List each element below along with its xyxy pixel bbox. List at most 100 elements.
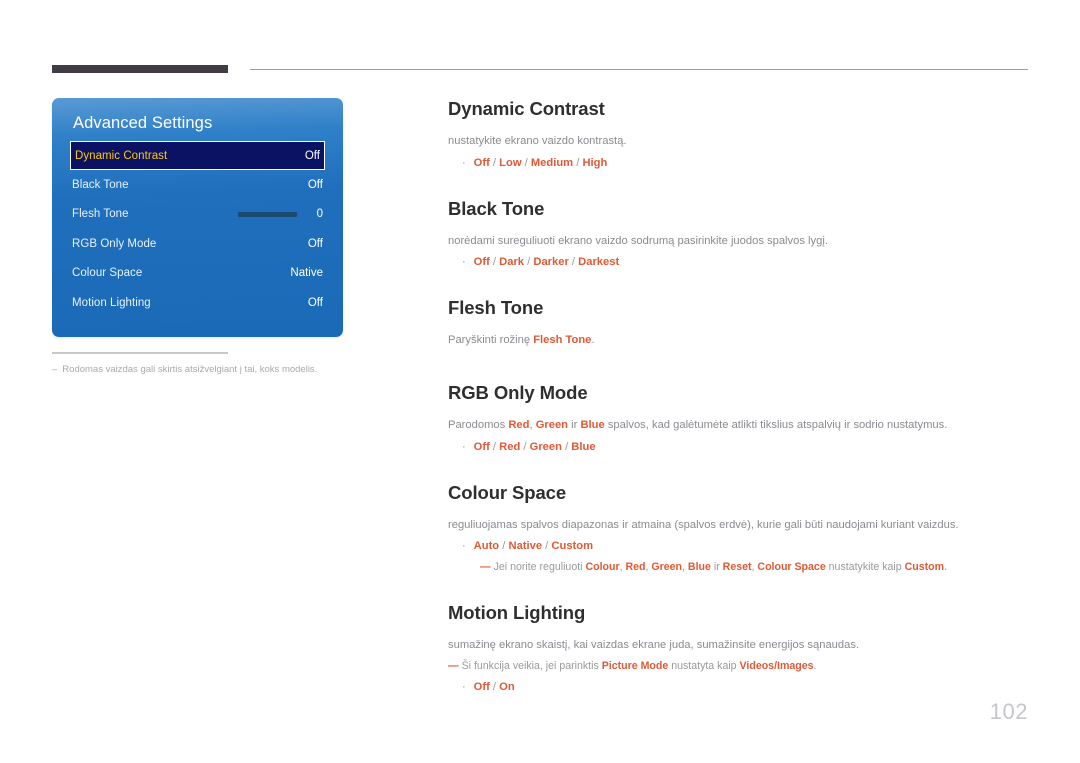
osd-row-dynamic-contrast[interactable]: Dynamic Contrast Off xyxy=(70,141,325,170)
osd-row-label: Colour Space xyxy=(72,267,143,280)
section-body: Parodomos Red, Green ir Blue spalvos, ka… xyxy=(448,417,1028,434)
option: Off xyxy=(473,440,490,453)
section-dynamic-contrast: Dynamic Contrast nustatykite ekrano vaiz… xyxy=(448,98,1028,172)
section-body: reguliuojamas spalvos diapazonas ir atma… xyxy=(448,518,959,531)
option: Red xyxy=(499,440,521,453)
note-text-mid: nustatykite kaip xyxy=(825,561,905,574)
body-emphasis: Green xyxy=(535,418,569,431)
osd-row-label: Flesh Tone xyxy=(72,208,129,221)
note-text-mid: nustatyta kaip xyxy=(668,659,740,672)
section-note: — Ši funkcija veikia, jei parinktis Pict… xyxy=(448,659,1028,675)
flesh-tone-slider[interactable] xyxy=(238,211,297,217)
osd-row-value: Off xyxy=(304,149,320,162)
osd-row-motion-lighting[interactable]: Motion Lighting Off xyxy=(72,288,323,318)
header-thin-line xyxy=(250,69,1028,70)
osd-menu-rows: Dynamic Contrast Off Black Tone Off Fles… xyxy=(52,141,343,318)
osd-row-black-tone[interactable]: Black Tone Off xyxy=(72,170,323,200)
option: Blue xyxy=(571,440,596,453)
note-text-pre: Jei norite reguliuoti xyxy=(493,561,586,574)
osd-row-value: Native xyxy=(290,267,323,280)
option: On xyxy=(499,680,515,693)
footnote-text: Rodomas vaizdas gali skirtis atsižvelgia… xyxy=(62,364,318,375)
footnote-text-row: – Rodomas vaizdas gali skirtis atsižvelg… xyxy=(52,363,352,376)
section-colour-space: Colour Space reguliuojamas spalvos diapa… xyxy=(448,482,1028,576)
option: Medium xyxy=(530,156,574,169)
option: Darker xyxy=(533,256,569,269)
options-list: Auto / Native / Custom xyxy=(473,540,594,553)
note-text: Jei norite reguliuoti Colour, Red, Green… xyxy=(494,560,947,576)
osd-row-rgb-only-mode[interactable]: RGB Only Mode Off xyxy=(72,229,323,259)
options-bullet: · Off / On xyxy=(462,679,1028,696)
options-bullet: · Off / Red / Green / Blue xyxy=(462,439,1028,456)
note-emphasis: Colour Space xyxy=(757,561,826,574)
osd-row-value: Off xyxy=(307,178,323,191)
note-emphasis: Green xyxy=(651,561,683,574)
section-body: nustatykite ekrano vaizdo kontrastą. xyxy=(448,135,627,147)
body-emphasis: Blue xyxy=(580,418,605,431)
osd-row-value: Off xyxy=(307,237,323,250)
options-list: Off / Dark / Darker / Darkest xyxy=(473,256,620,269)
body-emphasis: Flesh Tone xyxy=(533,334,592,347)
options-list: Off / Red / Green / Blue xyxy=(473,440,596,453)
osd-row-label: Motion Lighting xyxy=(72,296,151,309)
page-number: 102 xyxy=(989,699,1028,724)
option: Low xyxy=(499,156,522,169)
option: High xyxy=(582,156,608,169)
note-emphasis: Reset xyxy=(722,561,752,574)
section-body: norėdami sureguliuoti ekrano vaizdo sodr… xyxy=(448,234,828,247)
section-body: sumažinę ekrano skaistį, kai vaizdas ekr… xyxy=(448,639,860,652)
note-dash-icon: — xyxy=(480,561,491,574)
section-body: Paryškinti rožinę Flesh Tone. xyxy=(448,332,1028,349)
osd-menu-panel: Advanced Settings Dynamic Contrast Off B… xyxy=(52,98,343,337)
osd-row-label: RGB Only Mode xyxy=(72,237,157,250)
bullet-dot-icon: · xyxy=(462,540,466,553)
section-heading: Flesh Tone xyxy=(448,297,544,319)
option: Off xyxy=(473,156,490,169)
section-note: — Jei norite reguliuoti Colour, Red, Gre… xyxy=(480,560,1028,576)
bullet-dot-icon: · xyxy=(462,256,466,269)
body-text-post: . xyxy=(591,334,595,347)
body-text-mid: ir xyxy=(568,418,581,431)
section-black-tone: Black Tone norėdami sureguliuoti ekrano … xyxy=(448,198,1028,272)
section-motion-lighting: Motion Lighting sumažinę ekrano skaistį,… xyxy=(448,602,1028,695)
note-text-post: . xyxy=(944,561,948,574)
osd-row-label: Dynamic Contrast xyxy=(75,149,168,162)
footnote-dash: – xyxy=(52,364,58,375)
body-text-pre: Paryškinti rožinę xyxy=(448,334,534,347)
option: Green xyxy=(529,440,562,453)
article-column: Dynamic Contrast nustatykite ekrano vaiz… xyxy=(448,98,1028,696)
note-text: Ši funkcija veikia, jei parinktis Pictur… xyxy=(462,659,817,675)
bullet-dot-icon: · xyxy=(462,680,466,693)
section-heading: RGB Only Mode xyxy=(448,381,588,403)
header-accent-bar xyxy=(52,65,228,73)
body-text-pre: Parodomos xyxy=(448,418,509,431)
option: Custom xyxy=(551,540,594,553)
note-emphasis: Picture Mode xyxy=(601,659,669,672)
osd-menu-title: Advanced Settings xyxy=(73,114,213,132)
section-heading: Colour Space xyxy=(448,481,567,503)
note-emphasis: Colour xyxy=(585,561,620,574)
option: Auto xyxy=(473,540,500,553)
section-flesh-tone: Flesh Tone Paryškinti rožinę Flesh Tone. xyxy=(448,297,1028,349)
osd-row-value: 0 xyxy=(316,208,323,221)
option: Off xyxy=(473,680,490,693)
footnote-divider xyxy=(52,352,228,354)
option: Dark xyxy=(499,256,525,269)
section-rgb-only-mode: RGB Only Mode Parodomos Red, Green ir Bl… xyxy=(448,382,1028,456)
section-heading: Dynamic Contrast xyxy=(448,98,605,119)
option: Native xyxy=(508,540,543,553)
bullet-dot-icon: · xyxy=(462,156,466,169)
options-bullet: · Off / Dark / Darker / Darkest xyxy=(462,254,1028,271)
osd-row-colour-space[interactable]: Colour Space Native xyxy=(72,259,323,289)
note-text-mid: ir xyxy=(710,561,723,574)
options-bullet: · Off / Low / Medium / High xyxy=(462,155,1028,172)
osd-row-value: Off xyxy=(307,296,323,309)
note-emphasis: Red xyxy=(625,561,646,574)
osd-row-flesh-tone[interactable]: Flesh Tone 0 xyxy=(72,200,323,230)
osd-row-label: Black Tone xyxy=(72,178,129,191)
